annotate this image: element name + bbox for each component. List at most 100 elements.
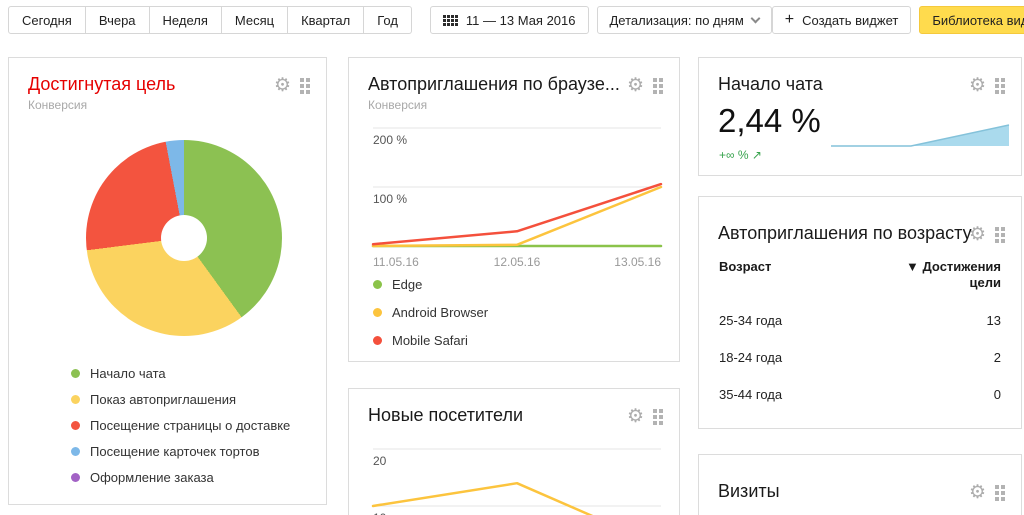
settings-icon[interactable]: ⚙ <box>969 76 986 95</box>
new-visitors-series <box>373 483 661 515</box>
chat-sparkline-area <box>831 125 1009 146</box>
legend-label: Посещение карточек тортов <box>90 444 260 459</box>
browsers-line-chart: 200 % 100 % 11.05.16 12.05.16 13.05.16 <box>365 120 665 270</box>
new-visitors-line-chart: 20 10 <box>365 441 665 515</box>
legend-dot-green-icon <box>71 369 80 378</box>
browsers-series-1 <box>373 187 661 246</box>
widget-library-button[interactable]: Библиотека виджетов <box>919 6 1024 34</box>
legend-item: Посещение карточек тортов <box>71 438 290 464</box>
legend-dot-green-icon <box>373 280 382 289</box>
date-range-button[interactable]: 11 — 13 Мая 2016 <box>430 6 589 34</box>
x-tick-2: 12.05.16 <box>494 255 541 269</box>
legend-item: Mobile Safari <box>373 326 488 354</box>
drag-handle-icon[interactable] <box>300 78 310 94</box>
chat-metric-delta: +∞ % ↗ <box>719 148 762 162</box>
drag-handle-icon[interactable] <box>995 78 1005 94</box>
widget-browsers-card: Автоприглашения по браузе... Конверсия ⚙… <box>348 57 680 362</box>
chat-card-tools: ⚙ <box>969 76 1005 95</box>
age-table: Возраст ▼ Достижения цели 25-34 года 13 … <box>719 259 1001 402</box>
y-tick-200: 200 % <box>373 133 407 147</box>
period-year-button[interactable]: Год <box>364 6 412 34</box>
value-cell: 0 <box>994 387 1001 402</box>
legend-label: Посещение страницы о доставке <box>90 418 290 433</box>
settings-icon[interactable]: ⚙ <box>274 76 291 95</box>
period-week-button[interactable]: Неделя <box>150 6 222 34</box>
value-cell: 2 <box>994 350 1001 365</box>
widget-chat-card: Начало чата ⚙ 2,44 % +∞ % ↗ <box>698 57 1022 176</box>
legend-dot-yellow-icon <box>71 395 80 404</box>
legend-item: Android Browser <box>373 298 488 326</box>
widget-library-label: Библиотека виджетов <box>932 13 1024 28</box>
legend-item: Edge <box>373 270 488 298</box>
date-range-label: 11 — 13 Мая 2016 <box>466 13 576 28</box>
legend-label: Начало чата <box>90 366 166 381</box>
legend-label: Edge <box>392 277 422 292</box>
period-month-button[interactable]: Месяц <box>222 6 288 34</box>
browsers-card-tools: ⚙ <box>627 76 663 95</box>
x-tick-3: 13.05.16 <box>614 255 661 269</box>
browsers-card-title: Автоприглашения по браузе... <box>368 74 620 95</box>
legend-label: Mobile Safari <box>392 333 468 348</box>
legend-dot-blue-icon <box>71 447 80 456</box>
table-row: 35-44 года 0 <box>719 387 1001 402</box>
legend-label: Оформление заказа <box>90 470 214 485</box>
legend-item: Показ автоприглашения <box>71 386 290 412</box>
chat-sparkline <box>831 118 1011 148</box>
table-row: 18-24 года 2 <box>719 350 1001 365</box>
detalization-label: Детализация: по дням <box>610 13 744 28</box>
goal-card-subtitle: Конверсия <box>28 98 87 112</box>
legend-dot-yellow-icon <box>373 308 382 317</box>
age-cell: 35-44 года <box>719 387 782 402</box>
drag-handle-icon[interactable] <box>995 227 1005 243</box>
plus-icon: + <box>785 12 794 28</box>
detalization-select[interactable]: Детализация: по дням <box>597 6 772 34</box>
age-card-tools: ⚙ <box>969 225 1005 244</box>
calendar-grid-icon <box>443 15 458 26</box>
legend-label: Показ автоприглашения <box>90 392 236 407</box>
period-segmented-control: Сегодня Вчера Неделя Месяц Квартал Год <box>8 6 412 34</box>
new-visitors-card-title: Новые посетители <box>368 405 523 426</box>
table-row: 25-34 года 13 <box>719 313 1001 328</box>
toolbar: Сегодня Вчера Неделя Месяц Квартал Год 1… <box>8 6 1016 34</box>
age-cell: 18-24 года <box>719 350 782 365</box>
y-tick-100: 100 % <box>373 192 407 206</box>
period-yesterday-button[interactable]: Вчера <box>86 6 150 34</box>
widget-age-card: Автоприглашения по возрасту ⚙ Возраст ▼ … <box>698 196 1022 429</box>
period-quarter-button[interactable]: Квартал <box>288 6 364 34</box>
legend-dot-red-icon <box>71 421 80 430</box>
value-cell: 13 <box>987 313 1001 328</box>
age-column-header[interactable]: Возраст <box>719 259 771 291</box>
browsers-series-2 <box>373 184 661 244</box>
drag-handle-icon[interactable] <box>653 409 663 425</box>
x-tick-1: 11.05.16 <box>373 255 419 269</box>
legend-label: Android Browser <box>392 305 488 320</box>
settings-icon[interactable]: ⚙ <box>969 483 986 502</box>
new-visitors-card-tools: ⚙ <box>627 407 663 426</box>
legend-dot-red-icon <box>373 336 382 345</box>
age-card-title: Автоприглашения по возрасту <box>718 223 972 244</box>
legend-item: Посещение страницы о доставке <box>71 412 290 438</box>
create-widget-label: Создать виджет <box>802 13 898 28</box>
settings-icon[interactable]: ⚙ <box>627 76 644 95</box>
legend-item: Оформление заказа <box>71 464 290 490</box>
chat-metric-value: 2,44 % <box>718 102 821 140</box>
goal-card-tools: ⚙ <box>274 76 310 95</box>
goal-pie-chart <box>86 140 282 336</box>
widget-new-visitors-card: Новые посетители ⚙ 20 10 <box>348 388 680 515</box>
goal-column-header-sorted-desc[interactable]: ▼ Достижения цели <box>881 259 1001 291</box>
visits-card-title: Визиты <box>718 481 780 502</box>
drag-handle-icon[interactable] <box>653 78 663 94</box>
create-widget-button[interactable]: + Создать виджет <box>772 6 912 34</box>
goal-legend: Начало чата Показ автоприглашения Посеще… <box>71 360 290 490</box>
settings-icon[interactable]: ⚙ <box>627 407 644 426</box>
browsers-card-subtitle: Конверсия <box>368 98 427 112</box>
browsers-legend: Edge Android Browser Mobile Safari <box>373 270 488 354</box>
drag-handle-icon[interactable] <box>995 485 1005 501</box>
chat-card-title: Начало чата <box>718 74 823 95</box>
y-tick-20: 20 <box>373 454 387 468</box>
chevron-down-icon <box>750 13 760 23</box>
goal-card-title: Достигнутая цель <box>28 74 175 95</box>
settings-icon[interactable]: ⚙ <box>969 225 986 244</box>
widget-visits-card: Визиты ⚙ <box>698 454 1022 515</box>
period-today-button[interactable]: Сегодня <box>8 6 86 34</box>
